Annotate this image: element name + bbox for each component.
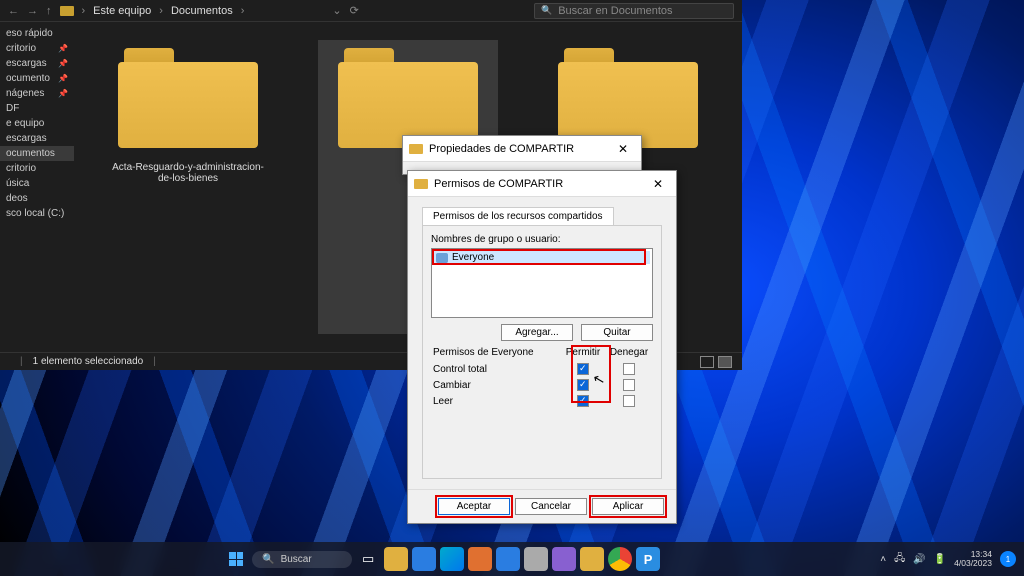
explorer-toolbar: ← → ↑ › Este equipo › Documentos › ⌄ ⟳ 🔍…: [0, 0, 742, 22]
task-view-icon[interactable]: ▭: [356, 547, 380, 571]
view-large-icon[interactable]: [718, 356, 732, 368]
taskbar-search[interactable]: 🔍 Buscar: [252, 551, 352, 568]
search-label: Buscar: [281, 554, 312, 565]
store-icon[interactable]: [496, 547, 520, 571]
permission-row: Control total: [433, 362, 651, 376]
start-button[interactable]: [224, 547, 248, 571]
cancel-button[interactable]: Cancelar: [515, 498, 587, 515]
permissions-dialog: Permisos de COMPARTIR ✕ Permisos de los …: [407, 170, 677, 524]
explorer-taskbar-icon[interactable]: [384, 547, 408, 571]
properties-title: Propiedades de COMPARTIR: [429, 143, 574, 155]
search-icon: 🔍: [541, 5, 552, 16]
sidebar-item[interactable]: critorio📌: [0, 41, 74, 56]
nav-up-icon[interactable]: ↑: [46, 5, 52, 17]
sidebar-item[interactable]: e equipo: [0, 116, 74, 131]
allow-checkbox[interactable]: [577, 379, 589, 391]
sidebar-item[interactable]: sco local (C:): [0, 206, 74, 221]
permissions-table: Permisos de Everyone Permitir Denegar Co…: [431, 345, 653, 410]
close-icon[interactable]: ✕: [609, 142, 637, 156]
permission-row: Cambiar: [433, 378, 651, 392]
add-button[interactable]: Agregar...: [501, 324, 573, 341]
allow-checkbox[interactable]: [577, 363, 589, 375]
breadcrumb-sep: ›: [159, 5, 163, 17]
dialog-footer: Aceptar Cancelar Aplicar: [408, 489, 676, 523]
status-selection: 1 elemento seleccionado: [33, 356, 144, 367]
permission-name: Leer: [433, 394, 559, 408]
ok-button[interactable]: Aceptar: [438, 498, 510, 515]
tab-share-permissions[interactable]: Permisos de los recursos compartidos: [422, 207, 614, 225]
deny-checkbox[interactable]: [623, 395, 635, 407]
breadcrumb-sep: ›: [82, 5, 86, 17]
folder-icon: [414, 179, 428, 189]
properties-dialog: Propiedades de COMPARTIR ✕: [402, 135, 642, 175]
folder-label: Acta-Resguardo-y-administracion-de-los-b…: [106, 162, 270, 184]
permissions-title: Permisos de COMPARTIR: [434, 178, 563, 190]
sidebar-item[interactable]: escargas: [0, 131, 74, 146]
properties-titlebar[interactable]: Propiedades de COMPARTIR ✕: [403, 136, 641, 162]
permission-name: Control total: [433, 362, 559, 376]
folder-icon: [338, 48, 478, 148]
col-allow: Permitir: [561, 347, 605, 360]
app-icon[interactable]: [468, 547, 492, 571]
deny-checkbox[interactable]: [623, 379, 635, 391]
permission-row: Leer: [433, 394, 651, 408]
users-listbox[interactable]: Everyone: [431, 248, 653, 318]
user-everyone[interactable]: Everyone: [434, 251, 650, 264]
sidebar-item[interactable]: nágenes📌: [0, 86, 74, 101]
group-users-label: Nombres de grupo o usuario:: [431, 234, 653, 245]
taskbar: 🔍 Buscar ▭ P ˄ 🖧 🔊 🔋 13:34 4/03/2023 1: [0, 542, 1024, 576]
permissions-for-label: Permisos de Everyone: [433, 347, 559, 360]
folder-icon: [558, 48, 698, 148]
app-icon[interactable]: [524, 547, 548, 571]
volume-icon[interactable]: 🔊: [913, 554, 925, 565]
breadcrumb-item[interactable]: Este equipo: [93, 5, 151, 17]
users-icon: [436, 253, 448, 263]
col-deny: Denegar: [607, 347, 651, 360]
folder-icon: [409, 144, 423, 154]
app-icon[interactable]: [552, 547, 576, 571]
folder-icon: [60, 6, 74, 16]
sidebar-item[interactable]: escargas📌: [0, 56, 74, 71]
search-placeholder: Buscar en Documentos: [558, 5, 672, 17]
search-icon: 🔍: [262, 554, 274, 565]
remove-button[interactable]: Quitar: [581, 324, 653, 341]
view-details-icon[interactable]: [700, 356, 714, 368]
sidebar-item[interactable]: deos: [0, 191, 74, 206]
close-icon[interactable]: ✕: [644, 177, 672, 191]
app-icon[interactable]: [412, 547, 436, 571]
nav-back-icon[interactable]: ←: [8, 5, 19, 17]
breadcrumb-dropdown-icon[interactable]: ⌄: [332, 4, 341, 17]
explorer-taskbar-icon[interactable]: [580, 547, 604, 571]
chrome-icon[interactable]: [608, 547, 632, 571]
permission-name: Cambiar: [433, 378, 559, 392]
sidebar-item[interactable]: úsica: [0, 176, 74, 191]
sidebar-item[interactable]: critorio: [0, 161, 74, 176]
clock-date: 4/03/2023: [954, 559, 992, 568]
explorer-sidebar: eso rápidocritorio📌escargas📌ocumento📌nág…: [0, 22, 74, 352]
nav-fwd-icon[interactable]: →: [27, 5, 38, 17]
app-icon[interactable]: P: [636, 547, 660, 571]
apply-button[interactable]: Aplicar: [592, 498, 664, 515]
refresh-icon[interactable]: ⟳: [350, 4, 359, 17]
notification-badge[interactable]: 1: [1000, 551, 1016, 567]
network-icon[interactable]: 🖧: [894, 551, 905, 568]
taskbar-clock[interactable]: 13:34 4/03/2023: [954, 550, 992, 569]
permissions-titlebar[interactable]: Permisos de COMPARTIR ✕: [408, 171, 676, 197]
deny-checkbox[interactable]: [623, 363, 635, 375]
sidebar-item[interactable]: eso rápido: [0, 26, 74, 41]
sidebar-item[interactable]: ocumentos: [0, 146, 74, 161]
edge-icon[interactable]: [440, 547, 464, 571]
folder-icon: [118, 48, 258, 148]
breadcrumb-item[interactable]: Documentos: [171, 5, 233, 17]
sidebar-item[interactable]: DF: [0, 101, 74, 116]
sidebar-item[interactable]: ocumento📌: [0, 71, 74, 86]
explorer-search[interactable]: 🔍 Buscar en Documentos: [534, 3, 734, 19]
allow-checkbox[interactable]: [577, 395, 589, 407]
folder-item[interactable]: Acta-Resguardo-y-administracion-de-los-b…: [98, 40, 278, 334]
tray-chevron-icon[interactable]: ˄: [880, 554, 886, 565]
battery-icon[interactable]: 🔋: [934, 554, 946, 565]
breadcrumb-sep: ›: [241, 5, 245, 17]
user-label: Everyone: [452, 252, 494, 263]
